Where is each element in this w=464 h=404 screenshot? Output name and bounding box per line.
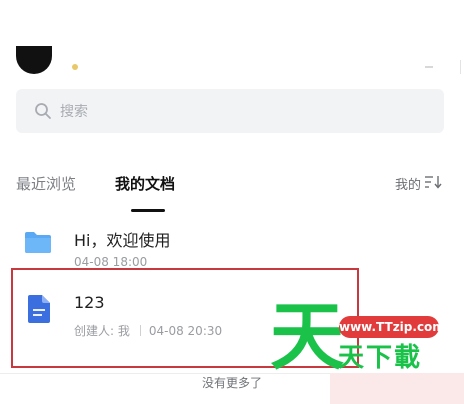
search-input[interactable]: 搜索 <box>16 89 444 133</box>
active-tab-indicator <box>131 209 165 212</box>
search-icon <box>35 103 51 119</box>
watermark-background <box>330 373 464 404</box>
watermark-url: www.TTzip.com <box>339 316 445 338</box>
owner-filter-button[interactable]: 我的 <box>395 174 421 193</box>
avatar[interactable] <box>16 46 52 74</box>
more-icon[interactable] <box>425 66 433 68</box>
search-placeholder: 搜索 <box>60 104 88 120</box>
watermark-text: 天下載 <box>338 343 423 373</box>
item-title: Hi，欢迎使用 <box>74 231 171 250</box>
tab-my-documents[interactable]: 我的文档 <box>115 173 175 194</box>
tab-recent[interactable]: 最近浏览 <box>16 173 76 194</box>
watermark-logo: 天 <box>270 294 344 380</box>
sort-icon[interactable] <box>424 175 442 189</box>
status-dot-icon <box>72 64 78 70</box>
list-item[interactable]: Hi，欢迎使用 04-08 18:00 <box>0 218 464 270</box>
item-meta: 04-08 18:00 <box>74 255 147 269</box>
document-tabs: 最近浏览 我的文档 我的 <box>0 160 464 374</box>
header-strip <box>0 0 464 78</box>
item-time: 04-08 18:00 <box>74 255 148 269</box>
folder-icon <box>25 232 51 253</box>
edge-divider <box>460 60 461 74</box>
